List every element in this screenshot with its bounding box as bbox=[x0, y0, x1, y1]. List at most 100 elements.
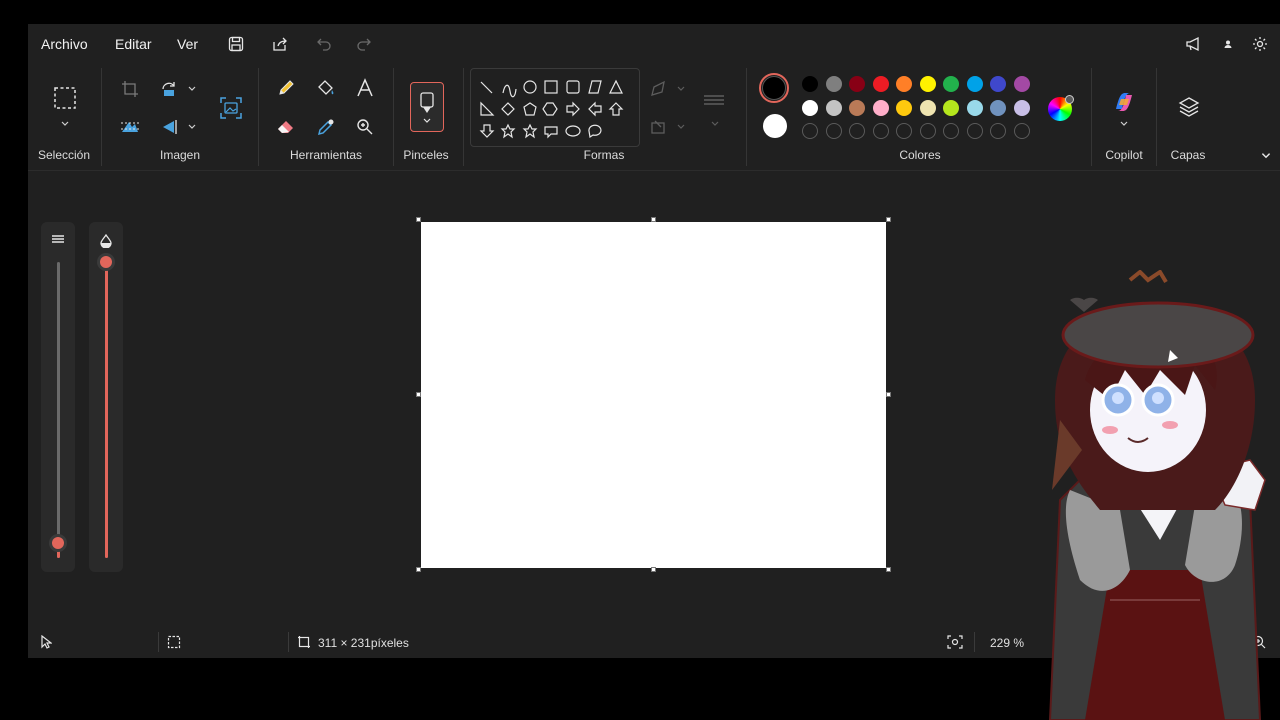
flip-icon[interactable] bbox=[157, 114, 183, 140]
crop-icon[interactable] bbox=[117, 76, 143, 102]
canvas-handle-right[interactable] bbox=[886, 392, 891, 397]
color-swatch[interactable] bbox=[943, 76, 959, 92]
redo-icon[interactable] bbox=[354, 34, 374, 54]
custom-color-slot[interactable] bbox=[919, 123, 936, 139]
size-slider-thumb[interactable] bbox=[52, 537, 64, 550]
color-swatch[interactable] bbox=[872, 76, 889, 92]
color-swatch[interactable] bbox=[966, 76, 983, 92]
color-swatch[interactable] bbox=[919, 99, 936, 116]
color-picker-icon[interactable] bbox=[313, 114, 339, 140]
copilot-icon[interactable] bbox=[1110, 88, 1138, 116]
outline-icon[interactable] bbox=[646, 76, 672, 102]
custom-color-slot[interactable] bbox=[990, 123, 1006, 139]
custom-color-slot[interactable] bbox=[966, 123, 983, 139]
line-width-icon[interactable] bbox=[701, 88, 727, 114]
magnifier-icon[interactable] bbox=[352, 114, 378, 140]
color-swatch[interactable] bbox=[896, 76, 912, 92]
color-swatch[interactable] bbox=[802, 99, 818, 116]
cursor-position-icon bbox=[38, 634, 54, 650]
brush-size-slider[interactable] bbox=[41, 222, 75, 572]
selection-tool-icon[interactable] bbox=[51, 84, 79, 112]
custom-color-slot[interactable] bbox=[943, 123, 959, 139]
primary-color-selector[interactable] bbox=[759, 73, 789, 103]
ribbon-collapse-chevron-icon[interactable] bbox=[1260, 150, 1272, 162]
canvas-handle-top[interactable] bbox=[651, 217, 656, 222]
ribbon-divider bbox=[1091, 68, 1092, 166]
custom-color-slot[interactable] bbox=[872, 123, 889, 139]
color-swatch[interactable] bbox=[872, 99, 889, 116]
canvas-handle-bottom-right[interactable] bbox=[886, 567, 891, 572]
custom-color-slot[interactable] bbox=[1013, 123, 1030, 139]
megaphone-icon[interactable] bbox=[1184, 34, 1204, 54]
save-icon[interactable] bbox=[226, 34, 246, 54]
opacity-slider[interactable] bbox=[89, 222, 123, 572]
shapes-grid-icon[interactable] bbox=[471, 69, 639, 146]
ribbon-divider bbox=[258, 68, 259, 166]
image-creator-icon[interactable] bbox=[217, 94, 245, 122]
resize-icon[interactable] bbox=[117, 114, 143, 140]
settings-icon[interactable] bbox=[1250, 34, 1270, 54]
share-icon[interactable] bbox=[270, 34, 290, 54]
color-swatch[interactable] bbox=[919, 76, 936, 92]
eraser-icon[interactable] bbox=[273, 114, 299, 140]
selection-chevron-down-icon[interactable] bbox=[60, 119, 70, 129]
canvas-handle-top-left[interactable] bbox=[416, 217, 421, 222]
canvas-handle-bottom-left[interactable] bbox=[416, 567, 421, 572]
custom-color-slot[interactable] bbox=[825, 123, 842, 139]
color-swatch[interactable] bbox=[990, 76, 1006, 92]
fill-style-chevron-down-icon[interactable] bbox=[676, 122, 686, 132]
primary-color-swatch bbox=[762, 76, 786, 100]
group-label-pinceles: Pinceles bbox=[403, 148, 449, 162]
canvas-size-text: 311 × 231píxeles bbox=[318, 636, 409, 650]
color-swatch[interactable] bbox=[825, 99, 842, 116]
copilot-chevron-down-icon[interactable] bbox=[1119, 119, 1129, 129]
text-tool-icon[interactable] bbox=[352, 75, 378, 101]
ribbon: Selección Imagen Herramientas Pinceles F… bbox=[28, 64, 1280, 171]
color-swatch[interactable] bbox=[1013, 76, 1030, 92]
undo-icon[interactable] bbox=[314, 34, 334, 54]
flip-chevron-down-icon[interactable] bbox=[187, 122, 197, 132]
color-swatch[interactable] bbox=[896, 99, 912, 116]
canvas-handle-top-right[interactable] bbox=[886, 217, 891, 222]
ribbon-divider bbox=[746, 68, 747, 166]
menu-bar: Archivo Editar Ver bbox=[28, 24, 1280, 64]
color-swatch[interactable] bbox=[943, 99, 959, 116]
line-width-chevron-down-icon[interactable] bbox=[710, 119, 720, 129]
color-swatch[interactable] bbox=[849, 76, 865, 92]
canvas-handle-left[interactable] bbox=[416, 392, 421, 397]
brush-selector-button[interactable] bbox=[410, 82, 444, 132]
group-label-copilot: Copilot bbox=[1105, 148, 1143, 162]
secondary-color-swatch[interactable] bbox=[763, 114, 787, 138]
line-thickness-icon bbox=[52, 235, 64, 243]
edit-colors-icon[interactable] bbox=[1048, 95, 1074, 121]
drawing-canvas[interactable] bbox=[421, 222, 886, 568]
menu-ver[interactable]: Ver bbox=[177, 36, 198, 52]
rotate-chevron-down-icon[interactable] bbox=[187, 84, 197, 94]
menu-archivo[interactable]: Archivo bbox=[41, 36, 88, 52]
group-label-seleccion: Selección bbox=[37, 148, 91, 162]
custom-color-slot[interactable] bbox=[802, 123, 818, 139]
account-icon[interactable] bbox=[1220, 36, 1236, 52]
ribbon-divider bbox=[101, 68, 102, 166]
zoom-level-text[interactable]: 229 % bbox=[990, 636, 1024, 650]
color-swatch[interactable] bbox=[849, 99, 865, 116]
custom-color-slot[interactable] bbox=[896, 123, 912, 139]
color-swatch[interactable] bbox=[825, 76, 842, 92]
fill-style-icon[interactable] bbox=[646, 114, 672, 140]
color-swatch[interactable] bbox=[802, 76, 818, 92]
color-swatch[interactable] bbox=[966, 99, 983, 116]
color-swatch[interactable] bbox=[990, 99, 1006, 116]
rotate-icon[interactable] bbox=[157, 76, 183, 102]
canvas-handle-bottom[interactable] bbox=[651, 567, 656, 572]
opacity-slider-thumb[interactable] bbox=[100, 256, 112, 268]
group-label-colores: Colores bbox=[899, 148, 941, 162]
custom-color-slot[interactable] bbox=[849, 123, 865, 139]
pencil-icon[interactable] bbox=[273, 75, 299, 101]
fill-bucket-icon[interactable] bbox=[313, 75, 339, 101]
ribbon-divider bbox=[1156, 68, 1157, 166]
menu-editar[interactable]: Editar bbox=[115, 36, 152, 52]
color-swatch[interactable] bbox=[1013, 99, 1030, 116]
outline-chevron-down-icon[interactable] bbox=[676, 84, 686, 94]
layers-icon[interactable] bbox=[1176, 94, 1202, 120]
fit-to-window-icon[interactable] bbox=[946, 634, 964, 650]
